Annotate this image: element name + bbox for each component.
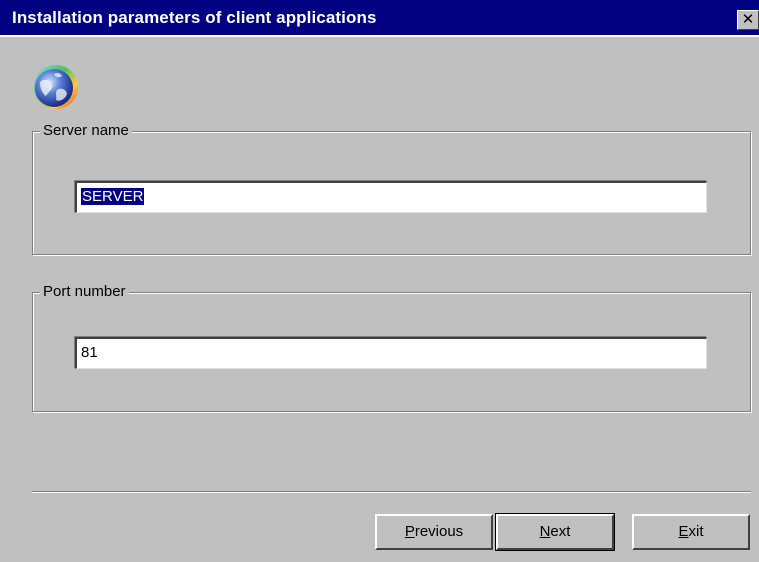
- port-number-value: 81: [81, 344, 98, 361]
- next-button[interactable]: Next: [495, 513, 615, 551]
- exit-button[interactable]: Exit: [632, 514, 750, 550]
- server-name-group: Server name SERVER: [32, 122, 751, 255]
- window-title: Installation parameters of client applic…: [12, 8, 377, 27]
- close-icon: ✕: [741, 10, 755, 28]
- server-name-input[interactable]: SERVER: [75, 181, 707, 213]
- port-number-input[interactable]: 81: [75, 337, 707, 369]
- previous-button[interactable]: Previous: [375, 514, 493, 550]
- title-bar: Installation parameters of client applic…: [0, 0, 759, 37]
- close-button[interactable]: ✕: [737, 10, 759, 30]
- globe-icon: [34, 65, 78, 109]
- server-name-label: Server name: [40, 122, 132, 140]
- server-name-value: SERVER: [81, 188, 145, 205]
- button-separator: [32, 491, 751, 493]
- port-number-label: Port number: [40, 283, 129, 301]
- port-number-group: Port number 81: [32, 283, 751, 412]
